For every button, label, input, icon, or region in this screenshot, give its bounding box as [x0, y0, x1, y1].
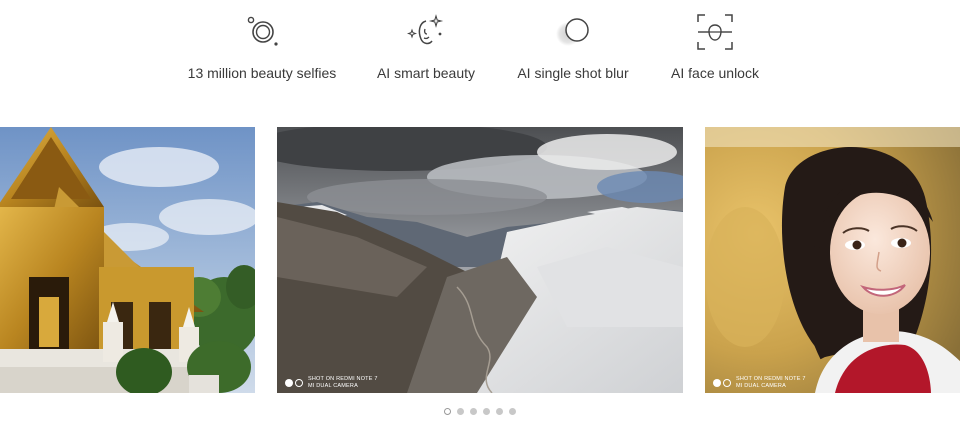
slide-temple[interactable]	[0, 127, 255, 393]
pager-dot-5[interactable]	[496, 408, 503, 415]
watermark-line2: MI DUAL CAMERA	[736, 382, 786, 389]
watermark-line1: SHOT ON REDMI NOTE 7	[736, 376, 806, 382]
camera-watermark: SHOT ON REDMI NOTE 7 MI DUAL CAMERA	[713, 376, 806, 389]
selfie-camera-icon	[247, 16, 278, 46]
slide-mountains[interactable]: SHOT ON REDMI NOTE 7 MI DUAL CAMERA	[277, 127, 683, 393]
feature-label: 13 million beauty selfies	[187, 65, 337, 81]
watermark-line2: MI DUAL CAMERA	[308, 382, 358, 389]
portrait-photo	[705, 127, 960, 393]
face-scan-icon	[697, 14, 733, 50]
sparkle-face-icon	[406, 14, 444, 45]
feature-label: AI face unlock	[671, 65, 759, 81]
mountain-photo	[277, 127, 683, 393]
slide-portrait[interactable]: SHOT ON REDMI NOTE 7 MI DUAL CAMERA	[705, 127, 960, 393]
pager-dot-3[interactable]	[470, 408, 477, 415]
feature-face-unlock: AI face unlock	[625, 12, 805, 81]
carousel-pager	[0, 408, 960, 415]
photo-carousel[interactable]: SHOT ON REDMI NOTE 7 MI DUAL CAMERA SHOT…	[0, 127, 960, 393]
camera-watermark: SHOT ON REDMI NOTE 7 MI DUAL CAMERA	[285, 376, 378, 389]
pager-dot-2[interactable]	[457, 408, 464, 415]
pager-dot-6[interactable]	[509, 408, 516, 415]
blur-circle-icon	[556, 18, 589, 46]
watermark-line1: SHOT ON REDMI NOTE 7	[308, 376, 378, 382]
feature-row: 13 million beauty selfies AI smart beaut…	[0, 0, 960, 100]
pager-dot-4[interactable]	[483, 408, 490, 415]
feature-beauty-selfies: 13 million beauty selfies	[172, 12, 352, 81]
dual-camera-icon	[285, 378, 303, 387]
pager-dot-1[interactable]	[444, 408, 451, 415]
temple-photo	[0, 127, 255, 393]
dual-camera-icon	[713, 378, 731, 387]
